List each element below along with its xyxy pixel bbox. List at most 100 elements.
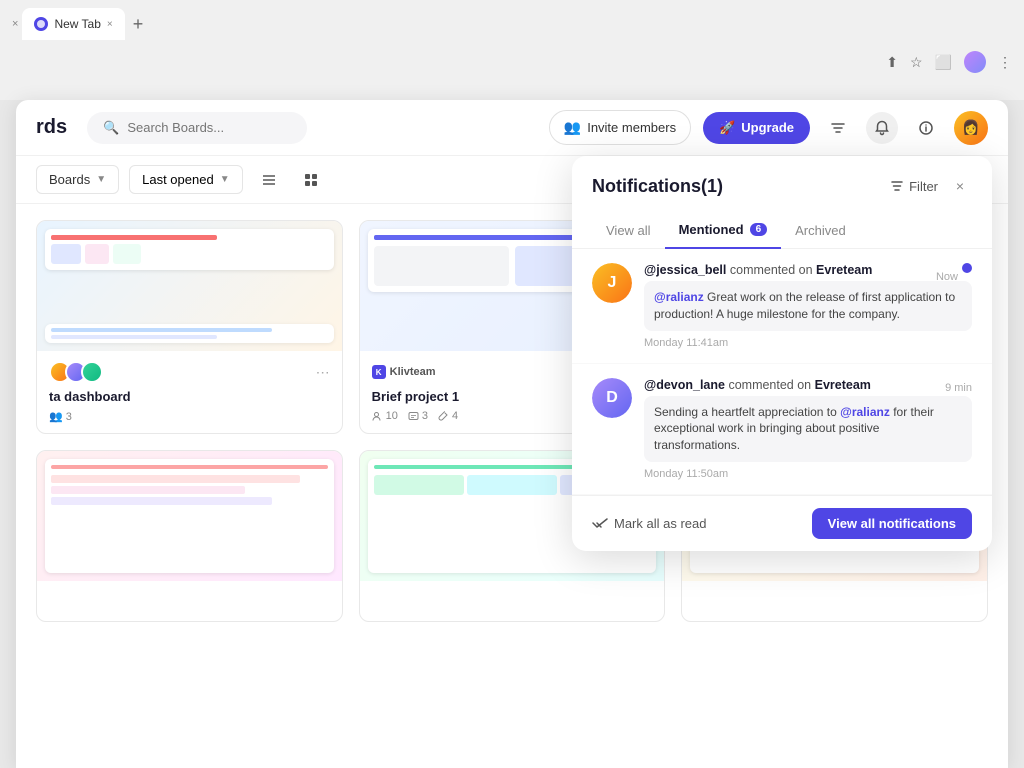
notif-content-1: @jessica_bell commented on Evreteam @ral… (644, 263, 972, 349)
tab-bar: × New Tab × + (0, 0, 1024, 40)
notif-content-2: @devon_lane commented on Evreteam Sendin… (644, 378, 972, 480)
sort-button[interactable]: Last opened ▼ (129, 165, 242, 194)
notif-action-2: commented on (728, 378, 814, 392)
more-options-icon[interactable]: ⋮ (998, 54, 1012, 71)
filter-icon-button[interactable] (822, 112, 854, 144)
search-icon: 🔍 (103, 120, 119, 136)
notifications-header: Notifications(1) Filter × (572, 156, 992, 212)
card-title-1: ta dashboard (49, 389, 330, 404)
search-bar[interactable]: 🔍 (87, 112, 307, 144)
notif-avatar-2: D (592, 378, 632, 418)
tab-archived[interactable]: Archived (781, 212, 860, 249)
board-select-label: Boards (49, 172, 90, 187)
add-tab-button[interactable]: + (133, 14, 144, 35)
view-all-notifications-button[interactable]: View all notifications (812, 508, 972, 539)
tab-archived-label: Archived (795, 223, 846, 238)
filter-label: Filter (909, 179, 938, 194)
team-name: Klivteam (390, 366, 436, 378)
filter-button[interactable]: Filter (890, 179, 938, 194)
chevron-down-icon: ▼ (220, 174, 230, 185)
upgrade-button[interactable]: 🚀 Upgrade (703, 112, 810, 144)
chevron-down-icon: ▼ (96, 174, 106, 185)
mention-tag-2: @ralianz (840, 405, 890, 419)
notif-avatar-1: J (592, 263, 632, 303)
card-info-4 (37, 581, 342, 621)
avatar-image: 👩 (954, 111, 988, 145)
split-view-icon[interactable]: ⬜ (935, 54, 952, 71)
user-avatar[interactable]: 👩 (954, 111, 988, 145)
card-member-count-1: 👥 3 (49, 410, 72, 423)
board-card-1[interactable]: ⋯ ta dashboard 👥 3 (36, 220, 343, 434)
notifications-tabs: View all Mentioned 6 Archived (572, 212, 992, 249)
notifications-actions: Filter × (890, 174, 972, 198)
notif-bubble-1: @ralianz Great work on the release of fi… (644, 281, 972, 331)
share-icon[interactable]: ⬆ (886, 54, 898, 71)
invite-icon: 👥 (564, 119, 581, 136)
card-avatars (49, 361, 103, 383)
browser-tab[interactable]: New Tab × (22, 8, 124, 40)
card-member-count-2: 10 (372, 410, 398, 422)
notifications-button[interactable] (866, 112, 898, 144)
card-team-badge-2: K Klivteam (372, 365, 436, 379)
browser-profile-icon[interactable] (964, 51, 986, 73)
notifications-footer: Mark all as read View all notifications (572, 495, 992, 551)
header-actions: 👥 Invite members 🚀 Upgrade 👩 (549, 110, 988, 145)
notification-item-1: J @jessica_bell commented on Evreteam @r… (572, 249, 992, 364)
notif-user-2: @devon_lane (644, 378, 725, 392)
sort-label: Last opened (142, 172, 214, 187)
tab-favicon (34, 17, 48, 31)
card-preview-1 (37, 221, 342, 351)
card-messages-2: 3 (408, 410, 428, 422)
rocket-icon: 🚀 (719, 120, 735, 136)
tab-view-all-label: View all (606, 223, 651, 238)
notification-item-2: D @devon_lane commented on Evreteam Send… (572, 364, 992, 495)
board-select[interactable]: Boards ▼ (36, 165, 119, 194)
notifications-title: Notifications(1) (592, 176, 723, 197)
mention-tag-1: @ralianz (654, 290, 704, 304)
card-info-5 (360, 581, 665, 615)
notif-timestamp-1: Now (936, 267, 958, 285)
invite-label: Invite members (587, 120, 676, 135)
card-meta-1: 👥 3 (49, 410, 330, 423)
browser-toolbar-right: ⬆ ☆ ⬜ ⋮ (886, 51, 1012, 73)
invite-members-button[interactable]: 👥 Invite members (549, 110, 691, 145)
unread-indicator-1 (962, 263, 972, 273)
notif-target-2: Evreteam (815, 378, 871, 392)
app-logo: rds (36, 116, 67, 139)
mark-all-read-button[interactable]: Mark all as read (592, 516, 706, 531)
card-info-1: ⋯ ta dashboard 👥 3 (37, 351, 342, 433)
info-icon-button[interactable] (910, 112, 942, 144)
app-window: rds 🔍 👥 Invite members 🚀 Upgrade (16, 100, 1008, 768)
notif-target-1: Evreteam (816, 263, 872, 277)
bookmark-icon[interactable]: ☆ (910, 54, 923, 71)
board-card-4[interactable] (36, 450, 343, 622)
notif-summary-1: @jessica_bell commented on Evreteam (644, 263, 972, 277)
card-more-icon[interactable]: ⋯ (316, 364, 330, 381)
notif-summary-2: @devon_lane commented on Evreteam (644, 378, 972, 392)
notifications-list: J @jessica_bell commented on Evreteam @r… (572, 249, 992, 495)
notif-date-2: Monday 11:50am (644, 468, 972, 480)
card-attachments-2: 4 (438, 410, 458, 422)
close-notifications-button[interactable]: × (948, 174, 972, 198)
notif-user-1: @jessica_bell (644, 263, 726, 277)
upgrade-label: Upgrade (741, 120, 794, 135)
mentioned-count-badge: 6 (750, 223, 768, 236)
team-dot: K (372, 365, 386, 379)
notif-action-1: commented on (730, 263, 816, 277)
notif-date-1: Monday 11:41am (644, 337, 972, 349)
list-view-icon-button[interactable] (253, 164, 285, 196)
search-input[interactable] (127, 120, 277, 135)
card-preview-4 (37, 451, 342, 581)
app-header: rds 🔍 👥 Invite members 🚀 Upgrade (16, 100, 1008, 156)
tab-title: New Tab (54, 17, 100, 31)
grid-view-icon-button[interactable] (295, 164, 327, 196)
view-all-label: View all notifications (828, 516, 956, 531)
browser-toolbar: ⬆ ☆ ⬜ ⋮ (0, 40, 1024, 84)
tab-mentioned[interactable]: Mentioned 6 (665, 212, 782, 249)
tab-close-btn[interactable]: × (107, 19, 113, 30)
card-info-6 (682, 581, 987, 615)
tab-view-all[interactable]: View all (592, 212, 665, 249)
notifications-panel: Notifications(1) Filter × View all Menti… (572, 156, 992, 551)
tab-mentioned-label: Mentioned (679, 222, 744, 237)
tab-close-icon[interactable]: × (12, 18, 18, 30)
